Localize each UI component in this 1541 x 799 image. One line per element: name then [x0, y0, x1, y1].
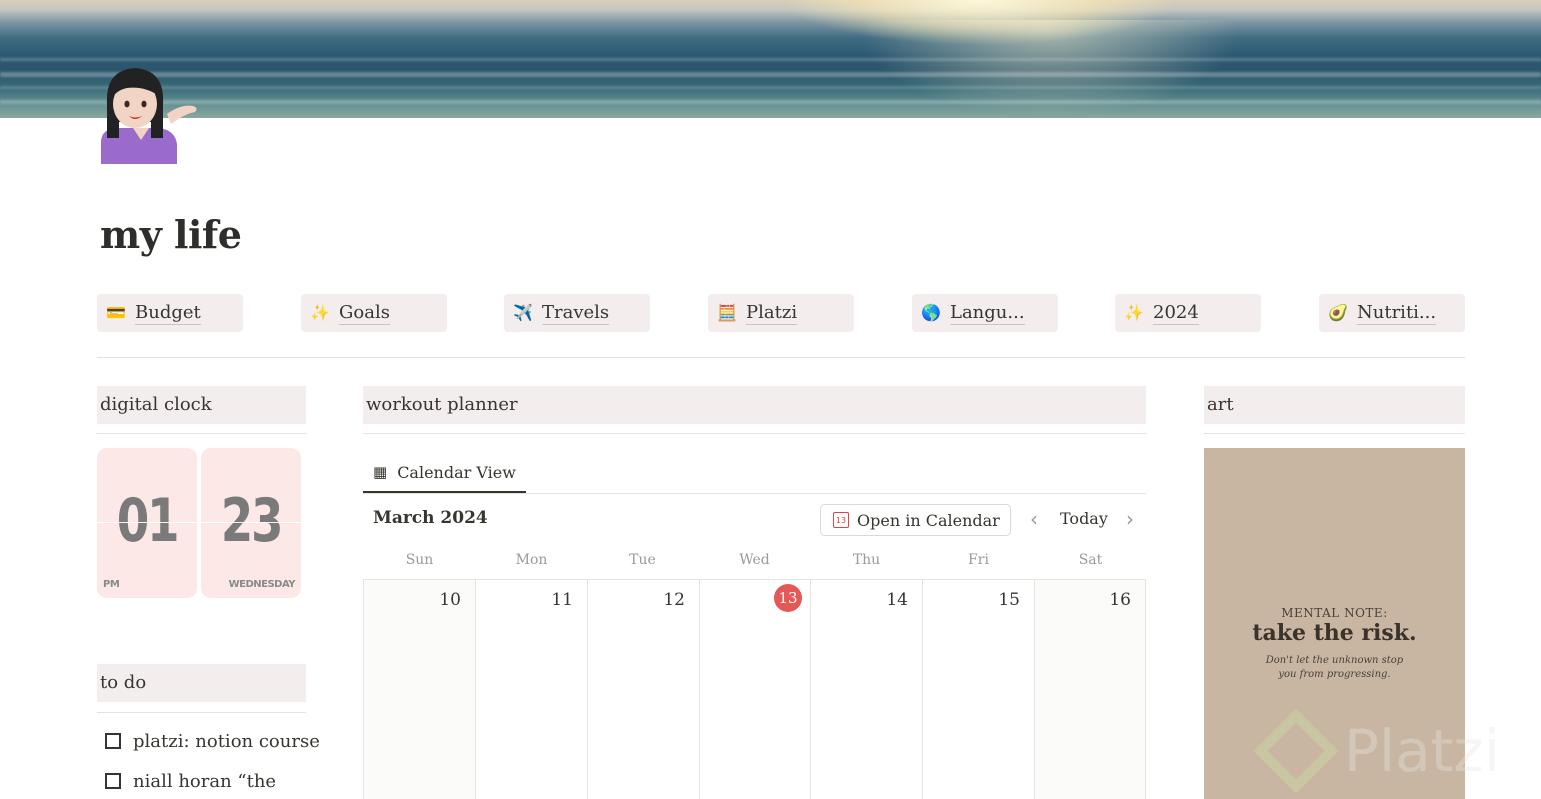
- art-text-line: take the risk.: [1252, 620, 1417, 646]
- weekday-header: Wed: [739, 552, 770, 568]
- today-day-number: 13: [774, 584, 802, 612]
- divider: [97, 357, 1465, 358]
- link-label: Platzi: [746, 301, 798, 325]
- divider: [363, 493, 1146, 494]
- page-icon-person-icon[interactable]: [97, 64, 201, 164]
- weekday-header: Tue: [629, 552, 656, 568]
- link-nutrition[interactable]: 🥑 Nutriti...: [1319, 294, 1465, 332]
- calendar-day-cell[interactable]: 12: [588, 580, 700, 799]
- tab-label: Calendar View: [397, 462, 516, 482]
- previous-week-icon[interactable]: ‹: [1030, 507, 1038, 531]
- today-button[interactable]: Today: [1060, 509, 1108, 528]
- link-label: Goals: [339, 301, 390, 325]
- art-text-line: you from progressing.: [1278, 669, 1391, 680]
- calendar-day-cell[interactable]: 10: [363, 580, 476, 799]
- link-label: Budget: [135, 301, 201, 325]
- link-languages[interactable]: 🌎 Langu...: [912, 294, 1058, 332]
- weekday-header: Mon: [515, 552, 548, 568]
- platzi-logo-icon: [1253, 708, 1339, 794]
- sparkles-icon: ✨: [310, 303, 330, 322]
- day-number: 16: [1109, 590, 1131, 610]
- tab-calendar-view[interactable]: ▦ Calendar View: [363, 452, 516, 492]
- calendar-day-cell[interactable]: 16: [1035, 580, 1146, 799]
- link-travels[interactable]: ✈️ Travels: [504, 294, 650, 332]
- divider: [97, 433, 306, 434]
- flip-divider: [97, 522, 197, 523]
- calendar-app-icon: 13: [833, 512, 849, 528]
- divider: [363, 433, 1146, 434]
- link-2024[interactable]: ✨ 2024: [1115, 294, 1261, 332]
- todo-text[interactable]: platzi: notion course: [133, 731, 320, 752]
- weekday-header: Fri: [968, 552, 989, 568]
- todo-text[interactable]: niall horan “the: [133, 771, 276, 792]
- next-week-icon[interactable]: ›: [1126, 507, 1134, 531]
- clock-hours-card: 01 PM: [97, 448, 197, 598]
- art-text-line: Don't let the unknown stop: [1265, 655, 1404, 666]
- day-number: 11: [551, 590, 573, 610]
- link-goals[interactable]: ✨ Goals: [301, 294, 447, 332]
- weekday-header: Sat: [1078, 552, 1103, 568]
- page-title: my life: [100, 212, 242, 257]
- todo-checkbox[interactable]: [105, 733, 121, 749]
- calendar-day-cell[interactable]: 11: [476, 580, 588, 799]
- digital-clock-header: digital clock: [97, 386, 306, 424]
- calendar-day-cell[interactable]: 13: [700, 580, 811, 799]
- cover-wave: [0, 100, 1541, 104]
- art-text-line: MENTAL NOTE:: [1281, 606, 1388, 620]
- link-platzi[interactable]: 🧮 Platzi: [708, 294, 854, 332]
- weekday-header: Sun: [405, 552, 434, 568]
- watermark-text: Platzi: [1344, 717, 1500, 785]
- art-text-line: Don't let the unknown stop you from prog…: [1204, 654, 1465, 682]
- day-number: 12: [663, 590, 685, 610]
- sparkles-icon: ✨: [1124, 303, 1144, 322]
- page-cover-image[interactable]: [0, 0, 1541, 118]
- clock-weekday: WEDNESDAY: [228, 579, 296, 590]
- flip-divider: [201, 522, 301, 523]
- globe-icon: 🌎: [921, 303, 941, 322]
- calendar-day-cell[interactable]: 15: [923, 580, 1035, 799]
- weekday-header: Thu: [852, 552, 881, 568]
- cover-wave: [0, 86, 1541, 89]
- clock-minutes-card: 23 WEDNESDAY: [201, 448, 301, 598]
- divider: [1204, 433, 1465, 434]
- link-label: Langu...: [950, 301, 1025, 325]
- todo-item: niall horan “the: [105, 769, 276, 793]
- calculator-icon: 🧮: [717, 303, 737, 322]
- divider: [97, 712, 306, 713]
- todo-checkbox[interactable]: [105, 773, 121, 789]
- day-number: 14: [886, 590, 908, 610]
- link-label: 2024: [1153, 301, 1199, 325]
- airplane-icon: ✈️: [513, 303, 533, 322]
- day-number: 15: [998, 590, 1020, 610]
- link-label: Nutriti...: [1357, 301, 1437, 325]
- todo-header: to do: [97, 664, 306, 702]
- cover-wave: [0, 72, 1541, 77]
- platzi-watermark: Platzi: [1253, 706, 1500, 796]
- link-label: Travels: [542, 301, 610, 325]
- quick-links-row: 💳 Budget ✨ Goals ✈️ Travels 🧮 Platzi 🌎 L…: [97, 294, 1465, 332]
- clock-minutes: 23: [220, 486, 284, 556]
- calendar-day-cell[interactable]: 14: [811, 580, 923, 799]
- link-budget[interactable]: 💳 Budget: [97, 294, 243, 332]
- cover-wave: [0, 58, 1541, 61]
- open-in-calendar-button[interactable]: 13 Open in Calendar: [820, 504, 1011, 536]
- workout-planner-header: workout planner: [363, 386, 1146, 424]
- day-number: 10: [439, 590, 461, 610]
- avocado-icon: 🥑: [1328, 303, 1348, 322]
- open-in-calendar-label: Open in Calendar: [857, 510, 1000, 530]
- credit-card-icon: 💳: [106, 303, 126, 322]
- calendar-month-label: March 2024: [373, 508, 488, 528]
- clock-period: PM: [103, 579, 120, 590]
- art-header: art: [1204, 386, 1465, 424]
- clock-hours: 01: [116, 486, 180, 556]
- todo-item: platzi: notion course: [105, 729, 320, 753]
- calendar-icon: ▦: [373, 463, 388, 481]
